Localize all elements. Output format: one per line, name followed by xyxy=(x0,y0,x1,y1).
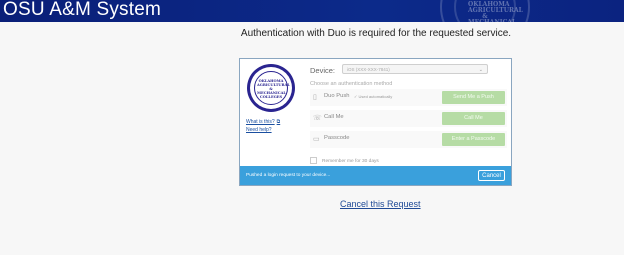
phone-call-icon: ☏ xyxy=(313,115,322,122)
phone-icon: ▯ xyxy=(313,94,317,101)
call-me-button[interactable]: Call Me xyxy=(442,112,505,125)
system-title: OSU A&M System xyxy=(3,0,162,20)
auth-required-message: Authentication with Duo is required for … xyxy=(240,28,512,39)
method-row-duo-push: ▯ Duo Push ✓ Used automatically Send Me … xyxy=(310,89,507,106)
status-bar: Pushed a login request to your device...… xyxy=(240,166,511,185)
cancel-button[interactable]: Cancel xyxy=(478,170,505,181)
method-label: Duo Push xyxy=(324,93,350,99)
passcode-icon: ▭ xyxy=(313,136,320,143)
auth-message-wrap: Authentication with Duo is required for … xyxy=(0,28,624,39)
device-label: Device: xyxy=(310,66,336,75)
send-push-button[interactable]: Send Me a Push xyxy=(442,91,505,104)
cancel-request-link[interactable]: Cancel this Request xyxy=(340,199,421,209)
remember-checkbox[interactable] xyxy=(310,157,317,164)
remember-me-row[interactable]: Remember me for 30 days xyxy=(310,157,379,164)
method-row-call-me: ☏ Call Me Call Me xyxy=(310,110,507,127)
method-label: Passcode xyxy=(324,135,350,141)
enter-passcode-button[interactable]: Enter a Passcode xyxy=(442,133,505,146)
device-select[interactable]: iOS (XXX-XXX-7841) ⌄ xyxy=(342,64,488,74)
chevron-down-icon: ⌄ xyxy=(478,67,483,73)
header-banner: OSU A&M System OKLAHOMA AGRICULTURAL & M… xyxy=(0,0,624,22)
duo-prompt-frame: OKLAHOMA AGRICULTURAL & MECHANICAL COLLE… xyxy=(239,58,512,186)
need-help-link[interactable]: Need help? xyxy=(246,127,272,133)
method-row-passcode: ▭ Passcode Enter a Passcode xyxy=(310,131,507,148)
university-seal-logo: OKLAHOMA AGRICULTURAL & MECHANICAL COLLE… xyxy=(247,64,295,112)
used-automatically-text: ✓ Used automatically xyxy=(354,94,393,99)
status-message: Pushed a login request to your device... xyxy=(246,173,331,178)
external-link-icon: ⧉ xyxy=(276,119,281,125)
header-seal-logo: OKLAHOMA AGRICULTURAL & MECHANICAL COLLE… xyxy=(440,0,530,22)
choose-method-label: Choose an authentication method xyxy=(310,81,393,87)
remember-label: Remember me for 30 days xyxy=(322,158,379,164)
what-is-this-link[interactable]: What is this? ⧉ xyxy=(246,119,280,125)
duo-sidebar: OKLAHOMA AGRICULTURAL & MECHANICAL COLLE… xyxy=(240,59,302,166)
method-label: Call Me xyxy=(324,114,344,120)
